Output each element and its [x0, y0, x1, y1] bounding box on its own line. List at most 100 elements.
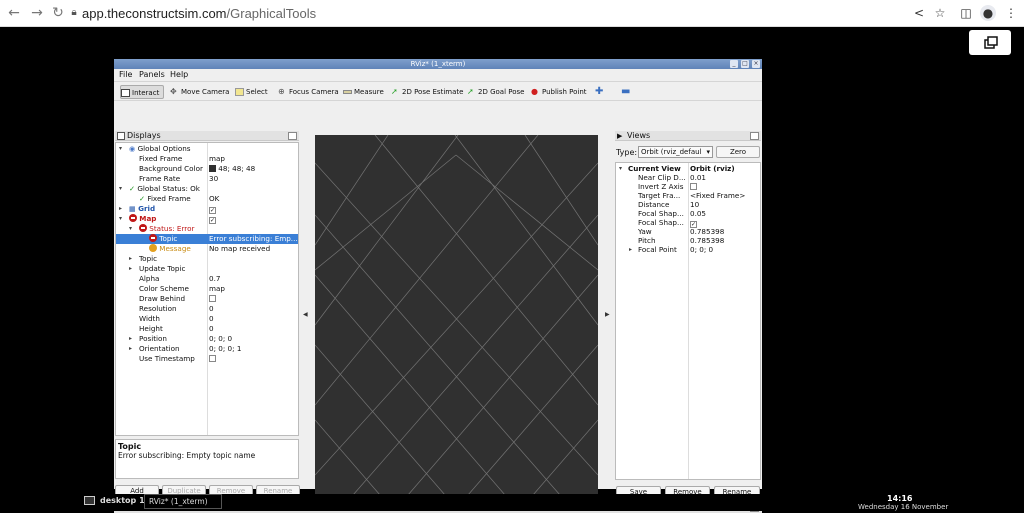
- row-key: Global Status: Ok: [137, 184, 200, 193]
- tool-label: Measure: [354, 88, 384, 96]
- tree-row[interactable]: ▾ ◉ Global Options: [116, 144, 298, 154]
- row-value[interactable]: 0; 0; 0: [690, 245, 713, 255]
- row-key: Width: [139, 314, 160, 323]
- row-value[interactable]: 0.7: [209, 274, 220, 284]
- tree-row[interactable]: Resolution 0: [116, 304, 298, 314]
- tree-row[interactable]: ▾ Status: Error: [116, 224, 298, 234]
- row-key: Draw Behind: [139, 294, 186, 303]
- share-icon[interactable]: <: [911, 5, 927, 21]
- close-icon[interactable]: ×: [752, 60, 760, 68]
- tree-row[interactable]: ▸ Topic: [116, 254, 298, 264]
- row-value[interactable]: map: [209, 154, 225, 164]
- tree-row[interactable]: Color Scheme map: [116, 284, 298, 294]
- taskbar-rviz-item[interactable]: RViz* (1_xterm): [144, 494, 222, 509]
- sidebar-icon[interactable]: ◫: [958, 5, 974, 21]
- collapse-left-icon[interactable]: ◀: [303, 311, 308, 318]
- displays-tree[interactable]: ▾ ◉ Global Options Fixed Frame map Backgro…: [115, 142, 299, 436]
- reload-icon[interactable]: ↻: [50, 5, 66, 21]
- tree-row[interactable]: ▾ ✓ Global Status: Ok: [116, 184, 298, 194]
- views-panel-icon: ▶: [617, 132, 623, 140]
- tool-move-camera[interactable]: ✥ Move Camera: [170, 85, 229, 99]
- tree-row-selected[interactable]: Topic Error subscribing: Emp...: [116, 234, 298, 244]
- tree-row[interactable]: Message No map received: [116, 244, 298, 254]
- collapse-right-icon[interactable]: ▶: [605, 311, 610, 318]
- menu-help[interactable]: Help: [170, 70, 188, 79]
- row-key: Height: [139, 324, 163, 333]
- tree-row[interactable]: Draw Behind: [116, 294, 298, 304]
- row-value[interactable]: 48; 48; 48: [218, 164, 255, 173]
- tree-row[interactable]: Frame Rate 30: [116, 174, 298, 184]
- minimize-icon[interactable]: _: [730, 60, 738, 68]
- tool-measure[interactable]: Measure: [343, 85, 384, 99]
- tool-focus-camera[interactable]: ⊕ Focus Camera: [278, 85, 339, 99]
- address-bar[interactable]: app.theconstructsim.com/GraphicalTools: [82, 6, 316, 21]
- tree-row[interactable]: Fixed Frame map: [116, 154, 298, 164]
- focus-icon: ⊕: [278, 87, 285, 96]
- row-key: Fixed Frame: [139, 154, 183, 163]
- displays-title: Displays: [127, 131, 161, 140]
- grid-enabled-checkbox[interactable]: ✓: [209, 207, 216, 214]
- error-icon: [149, 234, 157, 242]
- tree-row[interactable]: ▾ Map ✓: [116, 214, 298, 224]
- row-value: No map received: [209, 244, 271, 253]
- tool-2d-goal-pose[interactable]: ➚ 2D Goal Pose: [467, 85, 524, 99]
- tool-select[interactable]: Select: [235, 85, 268, 99]
- back-arrow-icon[interactable]: ←: [6, 5, 22, 21]
- tool-2d-pose-estimate[interactable]: ➚ 2D Pose Estimate: [391, 85, 463, 99]
- menubar: File Panels Help: [114, 69, 762, 81]
- row-key: Focal Point: [638, 245, 677, 254]
- tree-row[interactable]: ▸ Update Topic: [116, 264, 298, 274]
- views-tree[interactable]: ▾ Current View Orbit (rviz) Near Clip D...…: [615, 162, 761, 480]
- render-viewport[interactable]: [314, 134, 599, 496]
- star-icon[interactable]: ☆: [932, 5, 948, 21]
- url-host: app.theconstructsim.com: [82, 6, 227, 21]
- tool-interact[interactable]: Interact: [120, 85, 165, 99]
- check-icon: ✓: [139, 194, 146, 203]
- row-value: 0; 0; 0; 1: [209, 344, 242, 353]
- tree-row[interactable]: Width 0: [116, 314, 298, 324]
- remove-tool-icon[interactable]: ▬: [621, 85, 630, 99]
- tool-publish-point[interactable]: ● Publish Point: [531, 85, 587, 99]
- row-key: Topic: [139, 254, 158, 263]
- menu-file[interactable]: File: [119, 70, 132, 79]
- row-value: 0: [209, 314, 214, 323]
- row-value: 0: [209, 324, 214, 333]
- map-enabled-checkbox[interactable]: ✓: [209, 217, 216, 224]
- forward-arrow-icon[interactable]: →: [29, 5, 45, 21]
- row-value[interactable]: 30: [209, 174, 218, 184]
- draw-behind-checkbox[interactable]: [209, 295, 216, 302]
- add-tool-icon[interactable]: ✚: [595, 85, 603, 99]
- select-icon: [235, 88, 244, 96]
- desktop-label[interactable]: desktop 1: [100, 496, 145, 505]
- tree-row[interactable]: Height 0: [116, 324, 298, 334]
- use-timestamp-checkbox[interactable]: [209, 355, 216, 362]
- url-path: /GraphicalTools: [226, 6, 317, 21]
- row-key: Use Timestamp: [139, 354, 195, 363]
- tree-row[interactable]: ▸ Focal Point 0; 0; 0: [616, 245, 760, 255]
- menu-panels[interactable]: Panels: [139, 70, 165, 79]
- tool-label: Focus Camera: [289, 88, 339, 96]
- window-titlebar[interactable]: RViz* (1_xterm) _ □ ×: [114, 59, 762, 69]
- undock-icon[interactable]: [750, 132, 759, 140]
- tool-label: Move Camera: [181, 88, 230, 96]
- undock-icon[interactable]: [288, 132, 297, 140]
- profile-icon[interactable]: ●: [980, 5, 996, 21]
- tree-row[interactable]: ▸ Orientation 0; 0; 0; 1: [116, 344, 298, 354]
- tree-row[interactable]: ▸ ▦ Grid ✓: [116, 204, 298, 214]
- view-type-label: Type:: [616, 148, 638, 157]
- view-type-value: Orbit (rviz_defaul: [641, 148, 702, 156]
- zero-view-button[interactable]: Zero: [716, 146, 760, 158]
- tree-row[interactable]: ▸ Position 0; 0; 0: [116, 334, 298, 344]
- maximize-icon[interactable]: □: [741, 60, 749, 68]
- tree-row[interactable]: ✓ Fixed Frame OK: [116, 194, 298, 204]
- row-value[interactable]: map: [209, 284, 225, 294]
- tree-row[interactable]: Background Color 48; 48; 48: [116, 164, 298, 174]
- view-type-select[interactable]: Orbit (rviz_defaul ▾: [638, 146, 713, 158]
- fullscreen-button[interactable]: [969, 30, 1011, 55]
- invert-z-checkbox[interactable]: [690, 183, 697, 190]
- row-key: Frame Rate: [139, 174, 181, 183]
- row-value: 0: [209, 304, 214, 313]
- tree-row[interactable]: Use Timestamp: [116, 354, 298, 364]
- more-icon[interactable]: ⋮: [1003, 5, 1019, 21]
- tree-row[interactable]: Alpha 0.7: [116, 274, 298, 284]
